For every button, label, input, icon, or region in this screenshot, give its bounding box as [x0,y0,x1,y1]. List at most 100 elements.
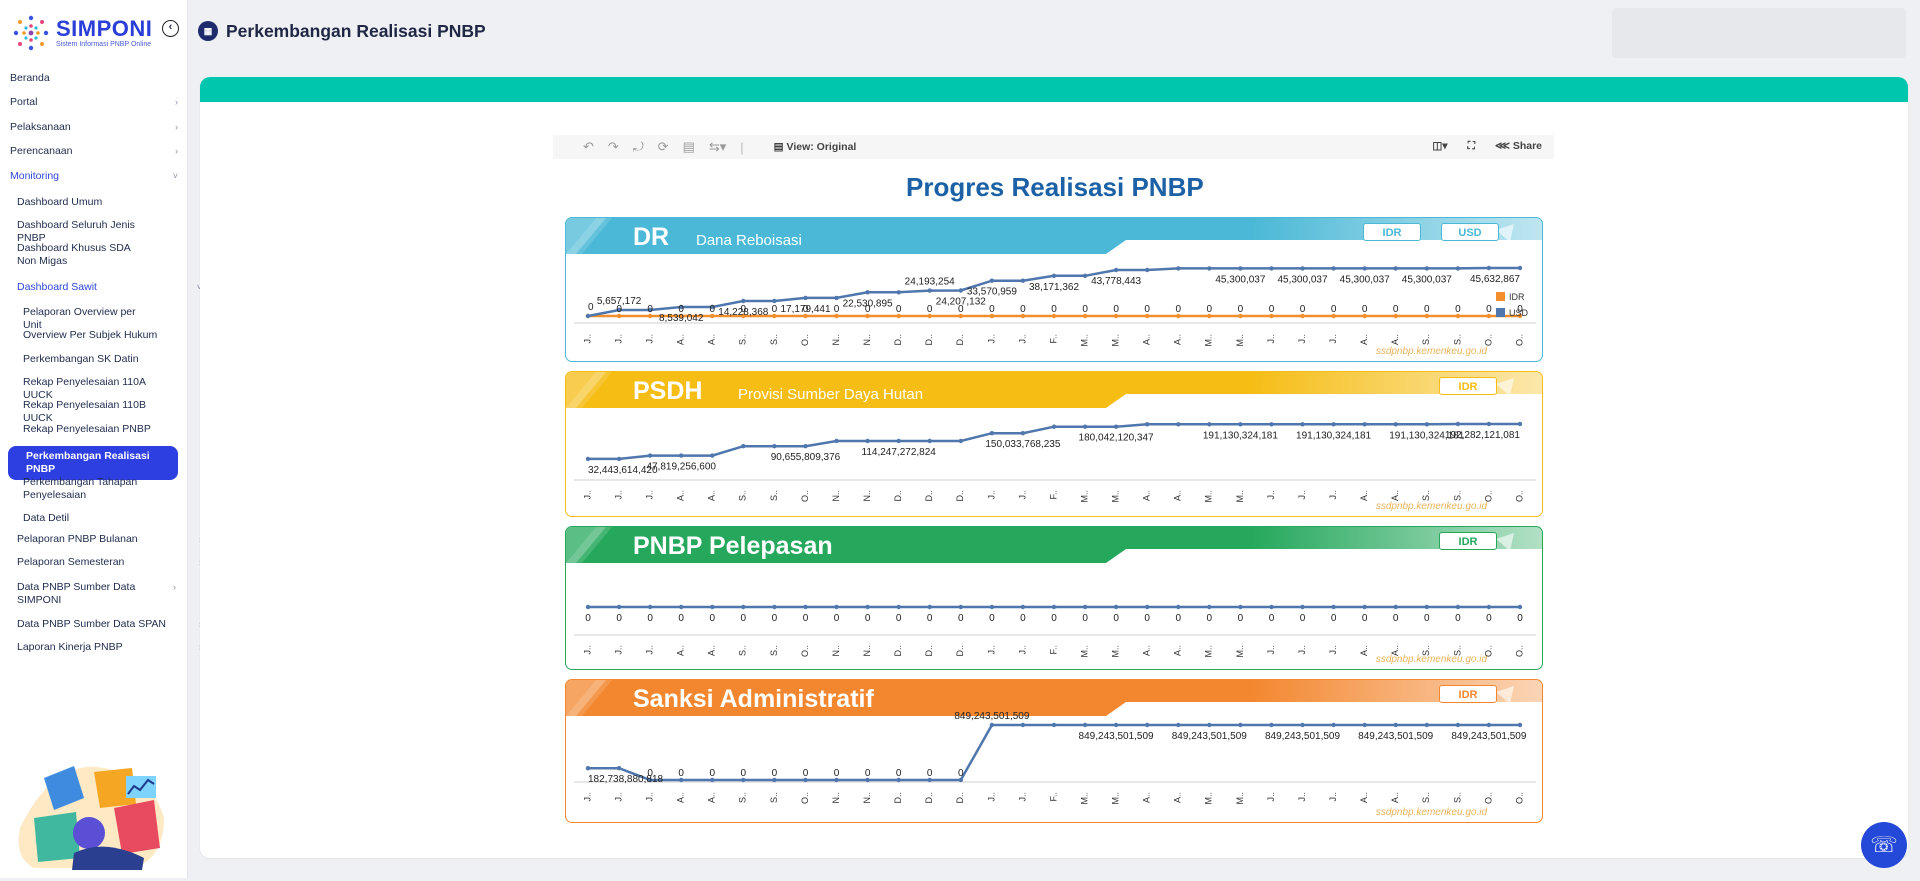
track-changes-icon[interactable]: ⇆▾ [709,139,726,155]
data-point[interactable] [1455,421,1461,427]
data-point[interactable] [585,313,591,319]
data-point[interactable] [1176,266,1181,271]
data-point[interactable] [1393,722,1398,728]
data-point[interactable] [1238,604,1243,610]
data-point[interactable] [1207,422,1212,427]
sidebar-item-data-pnbp-sumber-data-simponi[interactable]: Data PNBP Sumber Data SIMPONI › [0,581,176,607]
data-point[interactable] [1145,267,1150,273]
data-point[interactable] [1020,722,1026,728]
data-point[interactable] [1486,421,1492,427]
data-point[interactable] [803,444,808,449]
data-point[interactable] [989,722,995,728]
data-point[interactable] [741,444,746,449]
data-point[interactable] [958,288,963,293]
data-point[interactable] [1517,604,1523,610]
sidebar-item-perkembangan-tahapan-penyelesaian[interactable]: Perkembangan Tahapan Penyelesaian [0,476,160,502]
sidebar-item-rekap-penyelesaian-pnbp[interactable]: Rekap Penyelesaian PNBP [0,423,186,436]
data-point[interactable] [927,438,932,444]
data-point[interactable] [927,604,932,610]
data-point[interactable] [1207,266,1212,271]
data-point[interactable] [1486,604,1492,610]
data-point[interactable] [1113,604,1119,610]
data-point[interactable] [1082,424,1088,429]
data-point[interactable] [616,456,622,462]
data-point[interactable] [1051,604,1057,610]
data-point[interactable] [834,604,839,610]
data-point[interactable] [1020,604,1026,610]
user-profile-area[interactable] [1612,8,1906,58]
sidebar-item-data-detil[interactable]: Data Detil [0,512,186,525]
data-point[interactable] [989,431,995,436]
data-point[interactable] [1176,604,1181,610]
redo-icon[interactable]: ↷ [608,139,619,155]
sidebar-item-perkembangan-realisasi-pnbp[interactable]: Perkembangan Realisasi PNBP [8,446,178,480]
data-point[interactable] [1113,424,1119,429]
data-point[interactable] [1269,422,1274,427]
data-point[interactable] [1238,722,1243,728]
data-point[interactable] [1269,722,1274,728]
data-point[interactable] [616,766,622,771]
data-point[interactable] [1455,266,1461,271]
data-point[interactable] [989,278,995,283]
data-point[interactable] [865,438,870,444]
data-point[interactable] [679,453,684,458]
data-point[interactable] [1020,278,1026,283]
data-point[interactable] [1331,722,1336,728]
data-point[interactable] [772,604,777,610]
sidebar-item-rekap-penyelesaian-110b-uuck[interactable]: Rekap Penyelesaian 110B UUCK [0,399,160,425]
data-point[interactable] [1517,421,1523,427]
view-original-button[interactable]: ▤ View: Original [774,141,857,153]
data-point[interactable] [772,444,777,449]
collapse-sidebar-icon[interactable]: ‹ [162,20,179,37]
data-point[interactable] [647,604,653,610]
data-point[interactable] [679,604,684,610]
data-point[interactable] [1207,722,1212,728]
data-point[interactable] [1486,265,1492,271]
sidebar-item-dashboard-sawit[interactable]: Dashboard Sawit˅ [0,281,202,294]
data-point[interactable] [803,295,808,301]
data-point[interactable] [803,604,808,610]
data-point[interactable] [616,604,622,610]
sidebar-item-dashboard-umum[interactable]: Dashboard Umum [0,196,186,209]
data-point[interactable] [1362,604,1367,610]
data-point[interactable] [585,456,591,462]
data-point[interactable] [1238,266,1243,271]
sidebar-item-dashboard-khusus-sda-non-migas[interactable]: Dashboard Khusus SDA Non Migas [0,242,160,268]
data-point[interactable] [1176,422,1181,427]
data-point[interactable] [647,453,653,458]
data-point[interactable] [1393,422,1398,427]
data-point[interactable] [1393,604,1398,610]
data-point[interactable] [1362,722,1367,728]
data-point[interactable] [1082,722,1088,728]
data-point[interactable] [896,290,901,295]
data-point[interactable] [1300,604,1305,610]
pause-icon[interactable]: ▤ [683,139,695,155]
data-point[interactable] [1517,265,1523,271]
data-point[interactable] [710,453,715,458]
sidebar-item-monitoring[interactable]: Monitoring ˅ [0,170,186,183]
data-point[interactable] [1424,722,1429,728]
data-point[interactable] [1238,422,1243,427]
sidebar-item-data-pnbp-sumber-data-span[interactable]: Data PNBP Sumber Data SPAN› [0,618,202,631]
sidebar-item-overview-per-subjek-hukum[interactable]: Overview Per Subjek Hukum [0,329,186,342]
data-point[interactable] [710,604,715,610]
data-point[interactable] [1362,422,1367,427]
sidebar-item-perencanaan[interactable]: Perencanaan › [0,145,186,158]
data-point[interactable] [896,438,901,444]
data-point[interactable] [741,604,746,610]
data-point[interactable] [1486,722,1492,728]
share-button[interactable]: ⋘ Share [1495,140,1542,153]
data-point[interactable] [585,604,591,610]
app-logo[interactable]: SIMPONI Sistem Informasi PNBP Online [12,14,152,52]
data-point[interactable] [865,604,870,610]
data-point[interactable] [1176,722,1181,728]
data-point[interactable] [585,766,591,771]
data-point[interactable] [834,295,839,301]
sidebar-item-beranda[interactable]: Beranda [0,72,186,85]
data-point[interactable] [1424,604,1429,610]
data-point[interactable] [1051,424,1057,429]
data-point[interactable] [865,290,870,295]
data-point[interactable] [1331,422,1336,427]
sidebar-item-pelaksanaan[interactable]: Pelaksanaan › [0,121,186,134]
data-point[interactable] [1424,422,1429,427]
